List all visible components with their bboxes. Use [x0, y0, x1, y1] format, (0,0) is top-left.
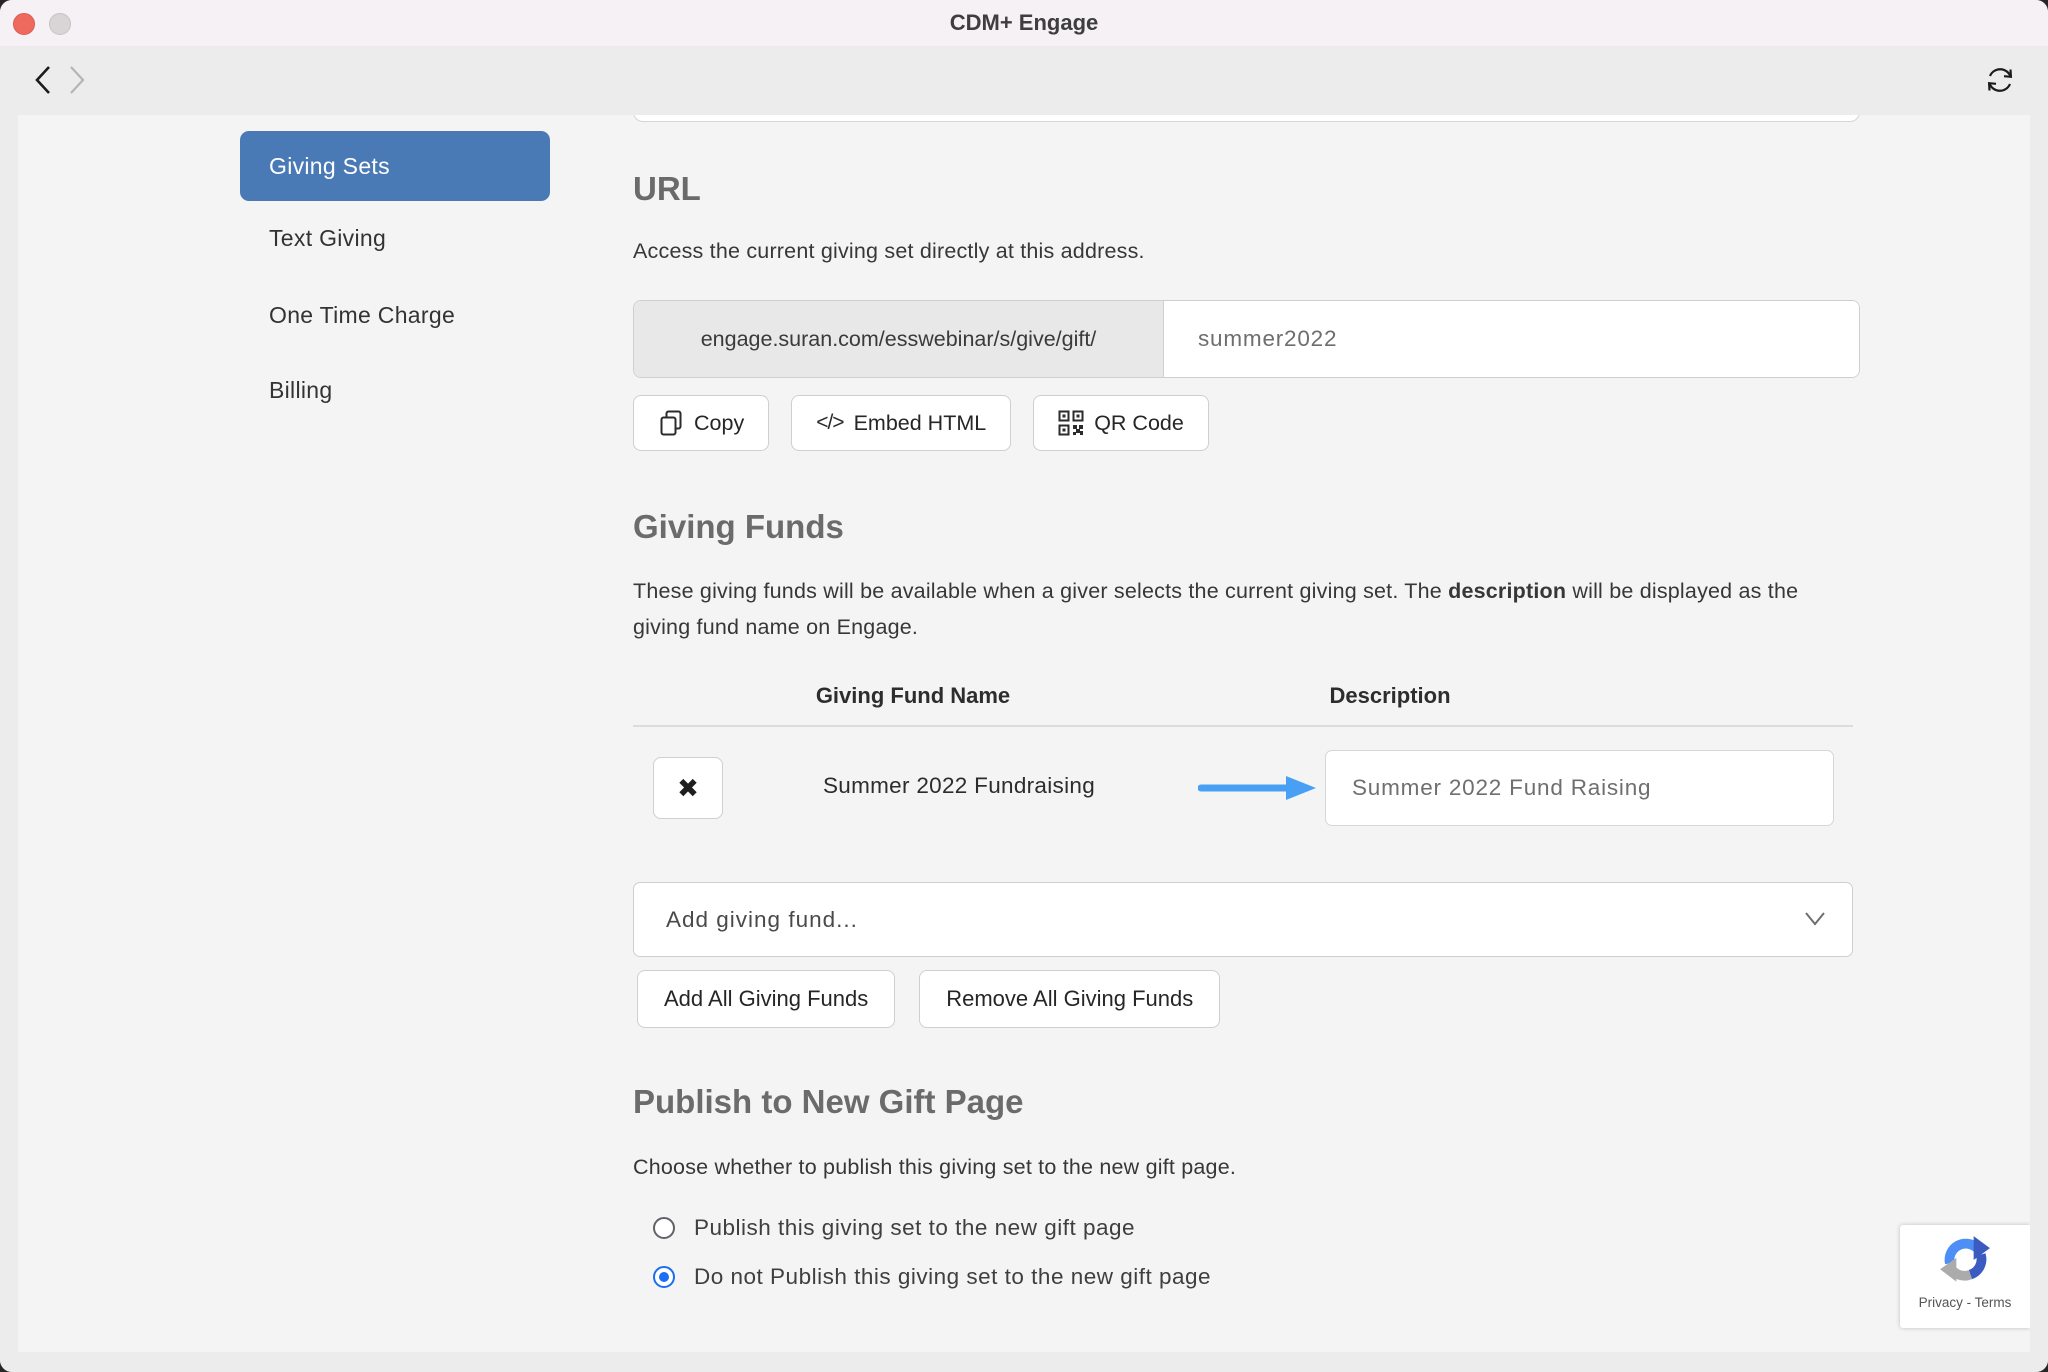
sidebar-item-billing[interactable]: Billing	[240, 367, 550, 413]
add-all-funds-button[interactable]: Add All Giving Funds	[637, 970, 895, 1028]
code-icon: </>	[816, 411, 843, 435]
window-bottom-edge	[0, 1352, 2048, 1372]
giving-funds-heading: Giving Funds	[633, 508, 844, 546]
column-header-fund-name: Giving Fund Name	[816, 683, 1010, 709]
description-text: These giving funds will be available whe…	[633, 579, 1448, 603]
base-url-addon: engage.suran.com/esswebinar/s/give/gift/	[634, 301, 1164, 377]
add-giving-fund-select[interactable]: Add giving fund...	[633, 882, 1853, 957]
giving-set-form: URL Access the current giving set direct…	[633, 115, 1860, 1352]
recaptcha-icon	[1939, 1234, 1991, 1286]
giving-funds-description: These giving funds will be available whe…	[633, 573, 1803, 645]
sidebar-item-text-giving[interactable]: Text Giving	[240, 215, 550, 261]
radio-publish[interactable]: Publish this giving set to the new gift …	[653, 1206, 1135, 1250]
forward-button[interactable]	[60, 60, 94, 100]
chevron-left-icon	[32, 64, 54, 96]
embed-button-label: Embed HTML	[854, 411, 987, 436]
url-slug-input[interactable]	[1164, 301, 1859, 377]
publish-section-heading: Publish to New Gift Page	[633, 1083, 1024, 1121]
app-window: CDM+ Engage Giving Sets	[0, 0, 2048, 1372]
x-icon: ✖	[677, 773, 699, 804]
sidebar-item-giving-sets[interactable]: Giving Sets	[240, 131, 550, 201]
toolbar	[0, 46, 2048, 115]
qr-button-label: QR Code	[1094, 411, 1184, 436]
fund-bulk-actions: Add All Giving Funds Remove All Giving F…	[637, 970, 1220, 1028]
chevron-right-icon	[66, 64, 88, 96]
refresh-button[interactable]	[1980, 60, 2020, 100]
page-content: Giving Sets Text Giving One Time Charge …	[18, 115, 2030, 1352]
embed-html-button[interactable]: </> Embed HTML	[791, 395, 1011, 451]
url-section-heading: URL	[633, 170, 701, 208]
arrow-right-icon	[1198, 773, 1318, 803]
sidebar-item-label: Giving Sets	[269, 153, 390, 180]
qr-code-button[interactable]: QR Code	[1033, 395, 1209, 451]
qr-code-icon	[1058, 410, 1084, 436]
add-fund-placeholder: Add giving fund...	[634, 907, 858, 933]
radio-icon[interactable]	[653, 1266, 675, 1288]
copy-button-label: Copy	[694, 411, 744, 436]
column-header-description: Description	[1329, 683, 1450, 709]
title-bar: CDM+ Engage	[0, 0, 2048, 46]
sidebar-item-label: One Time Charge	[269, 302, 455, 329]
radio-label: Publish this giving set to the new gift …	[694, 1215, 1135, 1241]
sidebar-item-label: Billing	[269, 377, 332, 404]
cutoff-input-bottom	[633, 115, 1860, 122]
back-button[interactable]	[26, 60, 60, 100]
url-section-description: Access the current giving set directly a…	[633, 239, 1145, 264]
recaptcha-badge[interactable]: Privacy - Terms	[1900, 1225, 2030, 1328]
url-actions: Copy </> Embed HTML	[633, 395, 1209, 451]
minimize-window-button[interactable]	[49, 13, 71, 35]
radio-icon[interactable]	[653, 1217, 675, 1239]
remove-all-funds-button[interactable]: Remove All Giving Funds	[919, 970, 1220, 1028]
fund-description-input[interactable]	[1325, 750, 1834, 826]
chevron-down-icon	[1804, 911, 1826, 927]
remove-fund-button[interactable]: ✖	[653, 757, 723, 819]
sidebar-item-one-time-charge[interactable]: One Time Charge	[240, 292, 550, 338]
radio-label: Do not Publish this giving set to the ne…	[694, 1264, 1211, 1290]
radio-do-not-publish[interactable]: Do not Publish this giving set to the ne…	[653, 1255, 1211, 1299]
close-window-button[interactable]	[13, 13, 35, 35]
sidebar-item-label: Text Giving	[269, 225, 386, 252]
recaptcha-privacy-terms[interactable]: Privacy - Terms	[1900, 1295, 2030, 1310]
table-divider	[633, 725, 1853, 727]
giving-set-url-group: engage.suran.com/esswebinar/s/give/gift/	[633, 300, 1860, 378]
publish-section-description: Choose whether to publish this giving se…	[633, 1155, 1236, 1180]
fund-name: Summer 2022 Fundraising	[823, 773, 1095, 799]
copy-url-button[interactable]: Copy	[633, 395, 769, 451]
copy-icon	[658, 409, 684, 437]
refresh-icon	[1983, 63, 2017, 97]
description-bold-word: description	[1448, 579, 1566, 603]
window-title: CDM+ Engage	[950, 10, 1099, 36]
